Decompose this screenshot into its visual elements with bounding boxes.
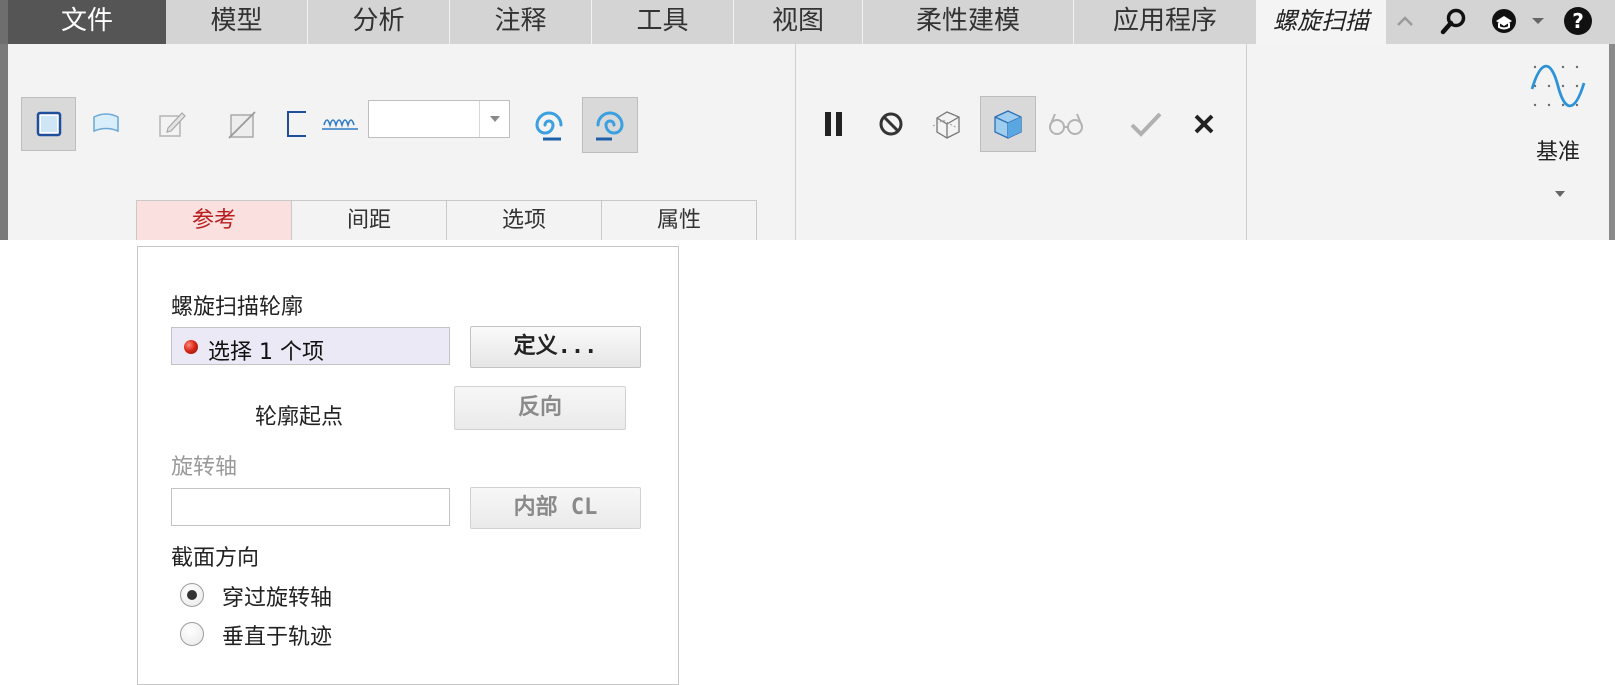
verify-preview-button[interactable] <box>980 96 1036 152</box>
axis-collector[interactable] <box>171 488 450 526</box>
ribbon: 参考 间距 选项 属性 基准 <box>0 44 1615 240</box>
tab-file[interactable]: 文件 <box>8 0 166 44</box>
internal-cl-button[interactable]: 内部 CL <box>470 487 641 529</box>
tab-analysis[interactable]: 分析 <box>308 0 449 44</box>
pitch-value-combo[interactable] <box>368 100 510 138</box>
tab-annotate[interactable]: 注释 <box>450 0 591 44</box>
option-label: 垂直于轨迹 <box>222 625 333 650</box>
section-orientation-label: 截面方向 <box>171 546 260 571</box>
collapse-ribbon-icon[interactable] <box>1390 4 1420 38</box>
right-handed-button[interactable] <box>582 97 638 153</box>
no-preview-icon <box>879 112 903 136</box>
datum-curve-icon <box>1530 64 1586 108</box>
required-indicator-icon <box>184 340 198 354</box>
start-point-label: 轮廓起点 <box>255 405 344 430</box>
cancel-x-icon <box>1194 114 1214 134</box>
svg-text:?: ? <box>1572 9 1584 33</box>
ok-check-icon <box>1130 112 1162 137</box>
profile-label: 螺旋扫描轮廓 <box>171 295 304 320</box>
dropdown-icon[interactable] <box>1526 4 1550 38</box>
solid-button[interactable] <box>21 97 76 151</box>
datum-curve-button[interactable] <box>1528 58 1588 114</box>
tab-model[interactable]: 模型 <box>166 0 307 44</box>
thicken-icon <box>287 111 306 137</box>
right-handed-icon <box>596 111 624 141</box>
pitch-button[interactable] <box>318 106 362 142</box>
profile-collector-value: 选择 1 个项 <box>208 340 324 365</box>
search-icon[interactable] <box>1436 4 1472 38</box>
left-handed-icon <box>535 111 563 141</box>
window-edge <box>0 0 8 44</box>
ribbon-left-edge <box>0 44 8 240</box>
tab-applications[interactable]: 应用程序 <box>1074 0 1256 44</box>
pitch-icon <box>322 119 358 130</box>
radio-normal-to-axis[interactable] <box>180 583 204 607</box>
cancel-button[interactable] <box>1186 106 1222 142</box>
sketch-edit-button[interactable] <box>150 102 194 146</box>
ribbon-group-divider <box>1246 44 1247 240</box>
chevron-down-icon[interactable] <box>479 101 509 137</box>
chevron-down-icon <box>1555 191 1565 197</box>
glasses-preview-button[interactable] <box>1044 104 1088 144</box>
tab-options[interactable]: 选项 <box>446 200 602 240</box>
option-label: 穿过旋转轴 <box>222 586 333 611</box>
verify-preview-icon <box>994 110 1022 139</box>
pause-icon <box>825 112 842 136</box>
surface-icon <box>93 113 119 133</box>
ribbon-group-divider <box>795 44 796 240</box>
sketch-edit-icon <box>159 112 186 137</box>
axis-label: 旋转轴 <box>171 455 238 480</box>
tab-flexible-modeling[interactable]: 柔性建模 <box>863 0 1073 44</box>
datum-dropdown[interactable] <box>1548 184 1572 204</box>
remove-material-button[interactable] <box>220 102 264 146</box>
tab-properties[interactable]: 属性 <box>601 200 757 240</box>
preview-button[interactable] <box>926 102 968 146</box>
community-icon[interactable] <box>1486 4 1522 38</box>
menu-bar: 文件 模型 分析 注释 工具 视图 柔性建模 应用程序 螺旋扫描 ? <box>0 0 1615 44</box>
surface-button[interactable] <box>84 102 128 146</box>
no-preview-button[interactable] <box>874 106 908 142</box>
tab-tools[interactable]: 工具 <box>592 0 733 44</box>
define-button[interactable]: 定义... <box>470 326 641 368</box>
glasses-preview-icon <box>1049 113 1083 135</box>
tab-view[interactable]: 视图 <box>734 0 862 44</box>
tab-helical-sweep[interactable]: 螺旋扫描 <box>1256 0 1386 44</box>
profile-collector[interactable]: 选择 1 个项 <box>171 327 450 365</box>
remove-material-icon <box>228 111 256 139</box>
help-icon[interactable]: ? <box>1558 4 1598 38</box>
radio-normal-to-trajectory[interactable] <box>180 622 204 646</box>
preview-icon <box>932 111 960 139</box>
solid-icon <box>36 111 61 137</box>
references-panel: 螺旋扫描轮廓 选择 1 个项 定义... 轮廓起点 反向 旋转轴 内部 CL 截… <box>137 246 679 685</box>
datum-label: 基准 <box>1535 140 1580 165</box>
flip-button[interactable]: 反向 <box>454 386 626 430</box>
ok-button[interactable] <box>1126 106 1166 142</box>
ribbon-right-edge <box>1609 44 1615 240</box>
left-handed-button[interactable] <box>524 100 574 150</box>
tab-spacing[interactable]: 间距 <box>291 200 447 240</box>
tab-references[interactable]: 参考 <box>136 200 292 240</box>
thicken-button[interactable] <box>280 102 314 146</box>
dashboard-tabs: 参考 间距 选项 属性 <box>136 200 757 240</box>
pause-button[interactable] <box>816 104 852 144</box>
